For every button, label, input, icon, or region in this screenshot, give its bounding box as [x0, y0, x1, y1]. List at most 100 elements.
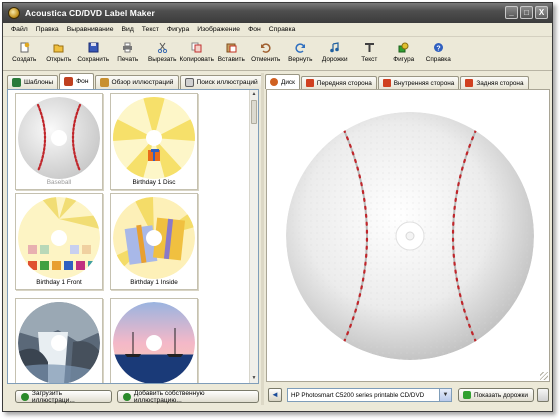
gallery-caption: Birthday 1 Inside [130, 279, 178, 286]
add-own-art-button[interactable]: Добавить собственную иллюстрацию... [116, 390, 259, 404]
disc-preview[interactable] [286, 112, 534, 360]
help-label: Справка [425, 56, 451, 63]
paste-button[interactable]: Вставить [214, 37, 249, 70]
shape-label: Фигура [393, 56, 415, 63]
open-button[interactable]: Открыть [42, 37, 77, 70]
menu-image[interactable]: Изображение [193, 26, 244, 33]
copy-label: Копировать [179, 56, 214, 63]
redo-icon [294, 42, 306, 53]
tab-back-label: Задняя сторона [476, 79, 524, 87]
title-bar[interactable]: Acoustica CD/DVD Label Maker _ □ X [3, 3, 552, 23]
scroll-thumb[interactable] [251, 100, 257, 124]
minimize-button[interactable]: _ [505, 6, 518, 19]
tab-front[interactable]: Передняя сторона [300, 76, 377, 89]
maximize-button[interactable]: □ [520, 6, 533, 19]
print-bar: ◄ HP Photosmart C5200 series printable C… [265, 388, 553, 404]
gallery-item-baseball[interactable]: Baseball [15, 93, 103, 190]
tab-background-label: Фон [76, 78, 89, 85]
shape-button[interactable]: Фигура [387, 37, 422, 70]
gallery-caption: Baseball [46, 179, 72, 186]
gallery-item-birthday-front[interactable]: Birthday 1 Front [15, 193, 103, 290]
left-tabs: Шаблоны Фон Обзор иллюстраций Поиск иллю… [7, 73, 263, 89]
cut-icon [156, 42, 168, 53]
birthday-front-thumbnail [18, 197, 100, 279]
copy-icon [191, 42, 203, 53]
scroll-up-icon[interactable]: ▲ [250, 90, 258, 99]
menu-align[interactable]: Выравнивание [63, 26, 118, 33]
inside-cover-icon [382, 79, 391, 87]
cut-button[interactable]: Вырезать [145, 37, 180, 70]
browse-icon [99, 78, 109, 87]
resize-grip[interactable] [540, 372, 548, 380]
label-canvas[interactable] [266, 89, 550, 382]
gallery-scrollbar[interactable]: ▲ ▼ [249, 90, 258, 383]
tracks-button[interactable]: Дорожки [318, 37, 353, 70]
app-window: Acoustica CD/DVD Label Maker _ □ X Файл … [2, 2, 553, 412]
printer-back-button[interactable]: ◄ [268, 388, 282, 402]
show-tracks-label: Показать дорожки [474, 391, 528, 399]
add-icon [122, 392, 131, 401]
show-tracks-button[interactable]: Показать дорожки [458, 388, 534, 402]
redo-button[interactable]: Вернуть [283, 37, 318, 70]
undo-label: Отменить [251, 56, 281, 63]
menu-background[interactable]: Фон [244, 26, 265, 33]
scroll-down-icon[interactable]: ▼ [250, 374, 258, 383]
panel-toggle-button[interactable] [537, 388, 549, 402]
printer-select-value: HP Photosmart C5200 series printable CD/… [291, 391, 425, 399]
copy-button[interactable]: Копировать [180, 37, 215, 70]
background-icon [64, 77, 74, 86]
tracks-icon [463, 391, 471, 399]
menu-edit[interactable]: Правка [32, 26, 63, 33]
printer-select[interactable]: HP Photosmart C5200 series printable CD/… [287, 388, 452, 402]
tab-disc[interactable]: Диск [265, 74, 300, 89]
menu-file[interactable]: Файл [7, 26, 32, 33]
sunset-boats-thumbnail [113, 302, 195, 383]
menu-view[interactable]: Вид [117, 26, 137, 33]
new-label: Создать [12, 56, 37, 63]
menu-help[interactable]: Справка [265, 26, 300, 33]
art-panel: Шаблоны Фон Обзор иллюстраций Поиск иллю… [7, 72, 263, 408]
undo-icon [260, 42, 272, 53]
tab-inside[interactable]: Внутренняя сторона [377, 76, 460, 89]
help-icon: ? [432, 42, 444, 53]
tab-search-art-label: Поиск иллюстраций [196, 79, 258, 86]
text-button[interactable]: Текст [352, 37, 387, 70]
load-art-label: Загрузить иллюстраци... [31, 389, 75, 404]
gallery-item-birthday-disc[interactable]: Birthday 1 Disc [110, 93, 198, 190]
tab-back[interactable]: Задняя сторона [460, 76, 529, 89]
close-button[interactable]: X [535, 6, 548, 19]
paste-icon [225, 42, 237, 53]
gallery-item-birthday-inside[interactable]: Birthday 1 Inside [110, 193, 198, 290]
disc-icon [270, 78, 278, 86]
redo-label: Вернуть [288, 56, 313, 63]
window-title: Acoustica CD/DVD Label Maker [25, 8, 155, 18]
gallery-item-waterfall[interactable] [15, 298, 103, 383]
gallery-item-sunset-boats[interactable] [110, 298, 198, 383]
tracks-icon [329, 42, 341, 53]
menu-text[interactable]: Текст [138, 26, 163, 33]
templates-icon [12, 78, 21, 87]
chevron-down-icon[interactable]: ▼ [439, 389, 451, 401]
tab-browse-art[interactable]: Обзор иллюстраций [94, 75, 179, 89]
cut-label: Вырезать [148, 56, 177, 63]
tab-background[interactable]: Фон [59, 73, 94, 89]
gallery-caption: Birthday 1 Front [36, 279, 82, 286]
load-art-button[interactable]: Загрузить иллюстраци... [15, 389, 112, 404]
new-button[interactable]: Создать [7, 37, 42, 70]
text-icon [363, 42, 375, 53]
search-icon [184, 78, 194, 87]
tab-templates[interactable]: Шаблоны [7, 75, 59, 89]
print-icon [122, 42, 134, 53]
undo-button[interactable]: Отменить [249, 37, 284, 70]
help-button[interactable]: ? Справка [421, 37, 456, 70]
back-cover-icon [465, 79, 474, 87]
waterfall-thumbnail [18, 302, 100, 383]
open-icon [53, 42, 65, 53]
save-button[interactable]: Сохранить [76, 37, 111, 70]
tab-search-art[interactable]: Поиск иллюстраций [179, 75, 263, 89]
birthday-disc-thumbnail [113, 97, 195, 179]
print-button[interactable]: Печать [111, 37, 146, 70]
paste-label: Вставить [217, 56, 245, 63]
menu-shape[interactable]: Фигура [163, 26, 193, 33]
panel-splitter[interactable] [261, 73, 264, 405]
